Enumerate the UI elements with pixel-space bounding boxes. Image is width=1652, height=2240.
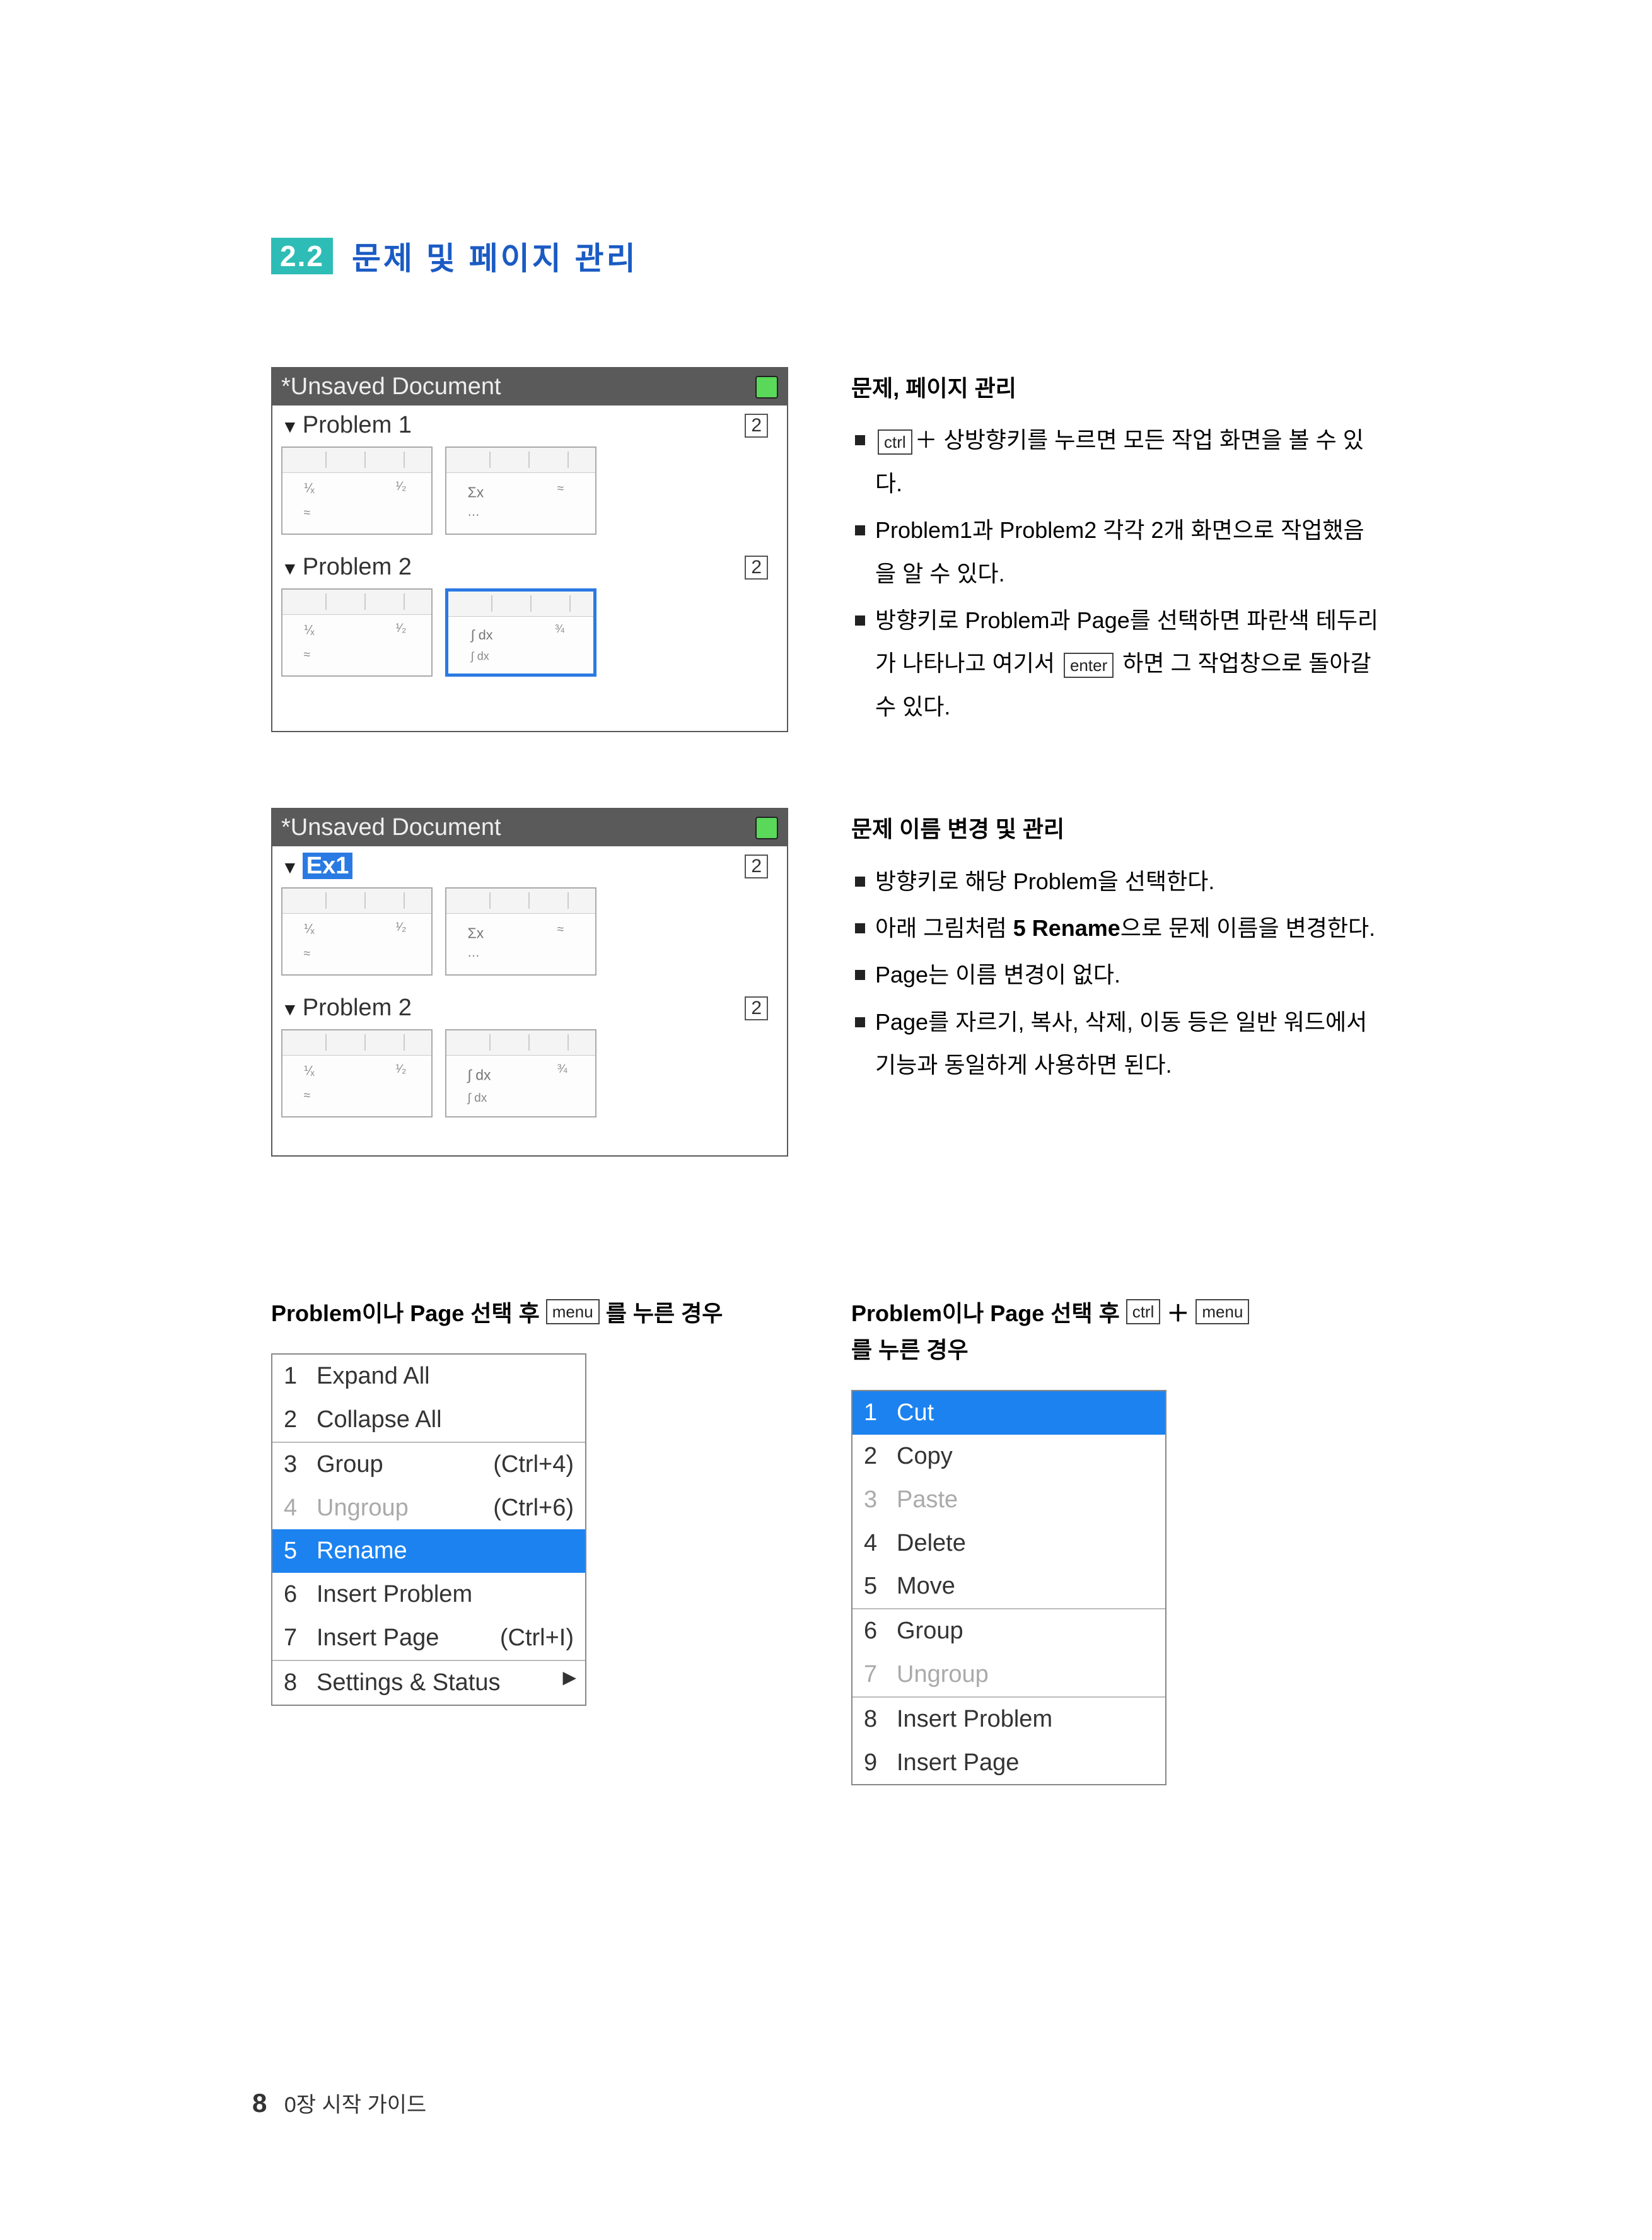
menu-item[interactable]: 4Delete [852, 1522, 1165, 1565]
menu-item[interactable]: 6Insert Problem [272, 1573, 585, 1616]
svg-text:≈: ≈ [304, 648, 311, 662]
svg-text:¹⁄₂: ¹⁄₂ [395, 622, 406, 635]
menu-key-icon: menu [1195, 1299, 1249, 1324]
problem-header[interactable]: ▼Ex1 2 [272, 846, 787, 884]
page-number: 8 [252, 2088, 267, 2118]
svg-text:¹⁄₂: ¹⁄₂ [395, 921, 406, 934]
svg-text:¾: ¾ [557, 1063, 568, 1076]
desc-list-item: 방향키로 Problem과 Page를 선택하면 파란색 테두리가 나타나고 여… [851, 599, 1381, 728]
desc-list-item: Page를 자르기, 복사, 삭제, 이동 등은 일반 워드에서 기능과 동일하… [851, 1001, 1381, 1087]
page-thumbnail[interactable]: ⅟ₓ ≈ ¹⁄₂ [281, 588, 433, 677]
battery-icon [755, 817, 778, 839]
page-count-badge: 2 [745, 556, 768, 580]
menu-item[interactable]: 1Expand All [272, 1355, 585, 1398]
menu-item[interactable]: 6Group [852, 1609, 1165, 1653]
menu-item[interactable]: 2Copy [852, 1435, 1165, 1478]
svg-text:∫ dx: ∫ dx [470, 650, 489, 662]
menu-caption-left: Problem이나 Page 선택 후 menu 를 누른 경우 [271, 1295, 788, 1328]
page-count-badge: 2 [745, 855, 768, 878]
menu-caption-right: Problem이나 Page 선택 후 ctrl ＋ menu 를 누른 경우 [851, 1295, 1368, 1365]
collapse-icon[interactable]: ▼ [281, 417, 299, 436]
desc1-title: 문제, 페이지 관리 [851, 367, 1381, 410]
page-footer: 8 0장 시작 가이드 [252, 2087, 426, 2118]
desc-list-item: Page는 이름 변경이 없다. [851, 954, 1381, 996]
context-menu-left[interactable]: 1Expand All2Collapse All3Group(Ctrl+4)4U… [271, 1353, 586, 1705]
svg-text:Σx: Σx [468, 925, 484, 942]
problem-header[interactable]: ▼Problem 1 2 [272, 405, 787, 443]
desc-list-item: 아래 그림처럼 5 Rename으로 문제 이름을 변경한다. [851, 907, 1381, 950]
desc-list-item: 방향키로 해당 Problem을 선택한다. [851, 860, 1381, 903]
problem-name: Problem 1 [303, 412, 412, 438]
page-thumbnail[interactable]: ∫ dx ∫ dx ¾ [445, 1029, 596, 1117]
submenu-arrow-icon: ▶ [562, 1664, 576, 1692]
collapse-icon[interactable]: ▼ [281, 1000, 299, 1019]
section-number-badge: 2.2 [271, 238, 333, 274]
page-thumbnail[interactable]: ⅟ₓ ≈ ¹⁄₂ [281, 1029, 433, 1117]
svg-text:⅟ₓ: ⅟ₓ [304, 482, 315, 496]
svg-text:≈: ≈ [557, 923, 564, 936]
menu-item[interactable]: 3Group(Ctrl+4) [272, 1443, 585, 1486]
svg-text:¹⁄₂: ¹⁄₂ [395, 1063, 406, 1076]
key-icon: ctrl [878, 429, 912, 455]
page-thumbnail[interactable]: Σx ⋯ ≈ [445, 887, 596, 976]
svg-text:⋯: ⋯ [468, 509, 480, 522]
battery-icon [755, 376, 778, 399]
calculator-panel-1: *Unsaved Document ▼Problem 12⅟ₓ≈¹⁄₂Σx⋯≈▼… [271, 367, 788, 732]
menu-item[interactable]: 5Move [852, 1565, 1165, 1608]
svg-text:¹⁄₂: ¹⁄₂ [395, 480, 406, 493]
problem-name: Problem 2 [303, 554, 412, 580]
menu-item[interactable]: 5Rename [272, 1529, 585, 1573]
svg-text:≈: ≈ [557, 482, 564, 496]
svg-text:∫ dx: ∫ dx [467, 1092, 487, 1105]
desc1-list: ctrl＋ 상방향키를 누르면 모든 작업 화면을 볼 수 있다.Problem… [851, 419, 1381, 728]
chapter-label: 0장 시작 가이드 [284, 2093, 426, 2117]
desc-list-item: ctrl＋ 상방향키를 누르면 모든 작업 화면을 볼 수 있다. [851, 419, 1381, 505]
menu-item[interactable]: 7Insert Page(Ctrl+I) [272, 1616, 585, 1660]
page-thumbnail[interactable]: ⅟ₓ ≈ ¹⁄₂ [281, 887, 433, 976]
doc-title: *Unsaved Document [281, 373, 501, 400]
problem-header[interactable]: ▼Problem 2 2 [272, 547, 787, 585]
svg-text:Σx: Σx [468, 484, 484, 500]
page-thumbnail[interactable]: Σx ⋯ ≈ [445, 446, 596, 535]
page-count-badge: 2 [745, 996, 768, 1020]
svg-text:¾: ¾ [555, 622, 565, 635]
svg-text:⅟ₓ: ⅟ₓ [304, 624, 315, 638]
doc-title-2: *Unsaved Document [281, 814, 501, 841]
menu-key-icon: menu [546, 1299, 600, 1324]
section-title: 문제 및 페이지 관리 [352, 233, 638, 279]
key-icon: enter [1064, 653, 1114, 678]
desc-list-item: Problem1과 Problem2 각각 2개 화면으로 작업했음을 알 수 … [851, 509, 1381, 595]
menu-item: 3Paste [852, 1478, 1165, 1522]
svg-text:≈: ≈ [304, 506, 311, 520]
menu-item: 4Ungroup(Ctrl+6) [272, 1486, 585, 1530]
svg-text:≈: ≈ [304, 1089, 311, 1102]
svg-text:∫ dx: ∫ dx [470, 627, 493, 643]
collapse-icon[interactable]: ▼ [281, 559, 299, 578]
page-thumbnail[interactable]: ⅟ₓ ≈ ¹⁄₂ [281, 446, 433, 535]
svg-text:⋯: ⋯ [468, 950, 480, 963]
desc2-title: 문제 이름 변경 및 관리 [851, 808, 1381, 851]
problem-name: Ex1 [303, 853, 353, 879]
page-thumbnail[interactable]: ∫ dx ∫ dx ¾ [445, 588, 596, 677]
svg-text:⅟ₓ: ⅟ₓ [304, 1065, 315, 1078]
context-menu-right[interactable]: 1Cut2Copy3Paste4Delete5Move6Group7Ungrou… [851, 1390, 1166, 1785]
svg-text:⅟ₓ: ⅟ₓ [304, 923, 315, 936]
svg-text:∫ dx: ∫ dx [467, 1067, 492, 1083]
menu-item[interactable]: 1Cut [852, 1391, 1165, 1435]
ctrl-key-icon: ctrl [1126, 1299, 1161, 1324]
svg-text:≈: ≈ [304, 947, 311, 960]
page-count-badge: 2 [745, 414, 768, 438]
menu-item[interactable]: 9Insert Page [852, 1741, 1165, 1785]
menu-item[interactable]: 8Insert Problem [852, 1698, 1165, 1741]
menu-item: 7Ungroup [852, 1653, 1165, 1696]
menu-item[interactable]: 2Collapse All [272, 1398, 585, 1442]
desc2-list: 방향키로 해당 Problem을 선택한다.아래 그림처럼 5 Rename으로… [851, 860, 1381, 1087]
menu-item[interactable]: 8Settings & Status▶ [272, 1661, 585, 1705]
problem-header[interactable]: ▼Problem 2 2 [272, 988, 787, 1025]
collapse-icon[interactable]: ▼ [281, 858, 299, 877]
calculator-panel-2: *Unsaved Document ▼Ex12⅟ₓ≈¹⁄₂Σx⋯≈▼Proble… [271, 808, 788, 1157]
problem-name: Problem 2 [303, 995, 412, 1021]
